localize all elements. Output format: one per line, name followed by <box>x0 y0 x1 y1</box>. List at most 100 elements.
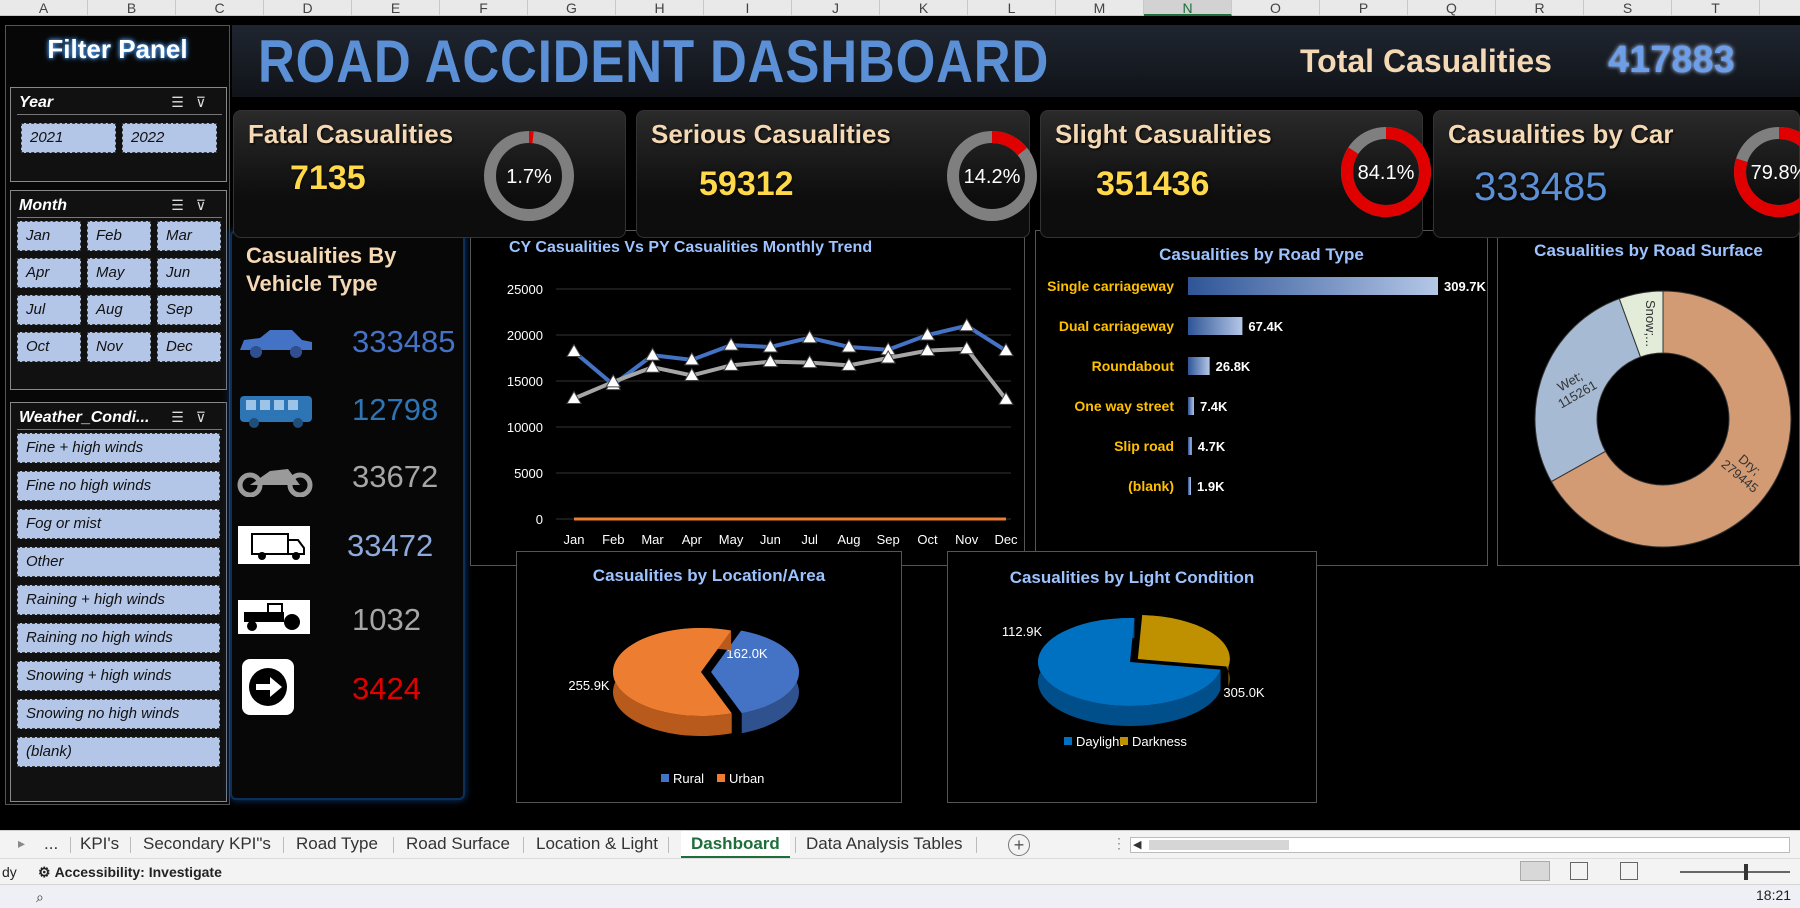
slicer-item[interactable]: 2022 <box>122 123 217 153</box>
slicer-item[interactable]: Dec <box>157 332 221 362</box>
slicer-weather-title: Weather_Condi... <box>19 409 150 426</box>
motorcycle-icon <box>236 457 316 502</box>
column-header-F[interactable]: F <box>440 0 528 16</box>
tab-data-analysis-tables[interactable]: Data Analysis Tables <box>806 831 963 859</box>
tab-road-surface[interactable]: Road Surface <box>406 831 510 859</box>
y-tick-label: 5000 <box>514 466 543 481</box>
bar <box>1188 397 1194 415</box>
y-tick-label: 25000 <box>507 282 543 297</box>
slicer-item[interactable]: Raining + high winds <box>17 585 220 615</box>
accessibility-status[interactable]: ⚙ Accessibility: Investigate <box>38 864 222 881</box>
pie-chart-svg: 162.0K 255.9K Rural Urban <box>568 628 799 786</box>
slicer-item[interactable]: Apr <box>17 258 81 288</box>
windows-taskbar: ⌕ 18:21 <box>0 884 1800 908</box>
scroll-left-arrow-icon[interactable]: ◀ <box>1133 838 1141 851</box>
column-header-P[interactable]: P <box>1320 0 1408 16</box>
vehicle-count: 3424 <box>352 671 421 706</box>
horizontal-scrollbar[interactable]: ◀ <box>1130 837 1790 853</box>
tab-kpi-s[interactable]: KPI's <box>80 831 119 859</box>
x-tick-label: Aug <box>837 532 860 547</box>
column-header-K[interactable]: K <box>880 0 968 16</box>
slicer-item[interactable]: May <box>87 258 151 288</box>
slicer-item[interactable]: Fog or mist <box>17 509 220 539</box>
column-header-M[interactable]: M <box>1056 0 1144 16</box>
legend-label: Darkness <box>1132 734 1187 749</box>
multi-select-icon[interactable]: ☰ <box>171 94 196 110</box>
vehicle-type-panel: Casualities By Vehicle Type 333485 12798 3… <box>230 230 465 800</box>
column-header-R[interactable]: R <box>1496 0 1584 16</box>
slicer-item[interactable]: Fine no high winds <box>17 471 220 501</box>
slicer-item[interactable]: Sep <box>157 295 221 325</box>
vehicle-count: 1032 <box>352 602 421 637</box>
column-header-C[interactable]: C <box>176 0 264 16</box>
tractor-icon <box>238 600 310 639</box>
column-header-L[interactable]: L <box>968 0 1056 16</box>
category-label: (blank) <box>1128 478 1174 494</box>
bar <box>1188 437 1192 455</box>
column-header-O[interactable]: O <box>1232 0 1320 16</box>
slicer-item[interactable]: Jul <box>17 295 81 325</box>
column-header-B[interactable]: B <box>88 0 176 16</box>
column-header-I[interactable]: I <box>704 0 792 16</box>
monthly-trend-chart: CY Casualities Vs PY Casualities Monthly… <box>470 230 1025 566</box>
page-layout-view-icon[interactable] <box>1570 862 1588 880</box>
slicer-item[interactable]: (blank) <box>17 737 220 767</box>
column-header-S[interactable]: S <box>1584 0 1672 16</box>
x-tick-label: Apr <box>682 532 703 547</box>
slicer-item[interactable]: Jan <box>17 221 81 251</box>
slicer-item[interactable]: Snowing no high winds <box>17 699 220 729</box>
column-header-Q[interactable]: Q <box>1408 0 1496 16</box>
column-header-G[interactable]: G <box>528 0 616 16</box>
slicer-item[interactable]: Mar <box>157 221 221 251</box>
slicer-item[interactable]: Other <box>17 547 220 577</box>
clear-filter-icon[interactable]: ⊽ <box>196 409 218 425</box>
road-surface-chart: Casualities by Road Surface Dry;279445 We… <box>1497 230 1800 566</box>
scrollbar-thumb[interactable] <box>1149 840 1289 850</box>
slicer-item[interactable]: Oct <box>17 332 81 362</box>
tab-[interactable]: ... <box>44 831 58 859</box>
more-options-icon[interactable]: ⋮ <box>1112 835 1126 852</box>
slicer-item[interactable]: Raining no high winds <box>17 623 220 653</box>
normal-view-icon[interactable] <box>1520 861 1550 881</box>
clear-filter-icon[interactable]: ⊽ <box>196 94 218 110</box>
column-header-strip: ABCDEFGHIJKLMNOPQRST <box>0 0 1800 16</box>
slicer-item[interactable]: Jun <box>157 258 221 288</box>
tab-location-light[interactable]: Location & Light <box>536 831 658 859</box>
zoom-slider[interactable] <box>1680 864 1790 880</box>
page-break-view-icon[interactable] <box>1620 862 1638 880</box>
column-header-A[interactable]: A <box>0 0 88 16</box>
column-header-J[interactable]: J <box>792 0 880 16</box>
tab-road-type[interactable]: Road Type <box>296 831 378 859</box>
data-label: 1.9K <box>1197 479 1225 494</box>
column-header-H[interactable]: H <box>616 0 704 16</box>
column-header-T[interactable]: T <box>1672 0 1760 16</box>
multi-select-icon[interactable]: ☰ <box>171 197 196 213</box>
slicer-item[interactable]: Snowing + high winds <box>17 661 220 691</box>
multi-select-icon[interactable]: ☰ <box>171 409 196 425</box>
pie-slice <box>1137 615 1230 667</box>
column-header-N[interactable]: N <box>1144 0 1232 16</box>
tab-secondary-kpi-s[interactable]: Secondary KPI"s <box>143 831 271 859</box>
clear-filter-icon[interactable]: ⊽ <box>196 197 218 213</box>
slicer-month: Month ☰⊽ Jan Feb Mar Apr May Jun Jul Aug Sep Oct N… <box>10 190 227 390</box>
slicer-item[interactable]: 2021 <box>21 123 116 153</box>
tab-scroll-left-icon[interactable]: ▸ <box>18 835 25 852</box>
kpi-card: Slight Casualities 351436 84.1% <box>1040 110 1431 238</box>
slicer-item[interactable]: Fine + high winds <box>17 433 220 463</box>
donut-chart-svg: Dry;279445Wet;115261Snow;... <box>1534 290 1792 548</box>
dashboard-header: ROAD ACCIDENT DASHBOARD Total Casualitie… <box>232 25 1800 97</box>
zoom-slider-thumb[interactable] <box>1744 864 1748 880</box>
slicer-item[interactable]: Feb <box>87 221 151 251</box>
kpi-percent-label: 14.2% <box>964 166 1021 188</box>
tab-dashboard[interactable]: Dashboard <box>681 831 790 859</box>
search-icon[interactable]: ⌕ <box>36 889 44 906</box>
series-line <box>573 346 1008 401</box>
other-vehicle-icon <box>242 659 294 720</box>
vehicle-count: 333485 <box>352 324 456 359</box>
kpi-title: Casualities by Car <box>1448 119 1674 149</box>
column-header-D[interactable]: D <box>264 0 352 16</box>
slicer-item[interactable]: Nov <box>87 332 151 362</box>
column-header-E[interactable]: E <box>352 0 440 16</box>
add-sheet-icon[interactable]: + <box>1008 834 1030 856</box>
slicer-item[interactable]: Aug <box>87 295 151 325</box>
